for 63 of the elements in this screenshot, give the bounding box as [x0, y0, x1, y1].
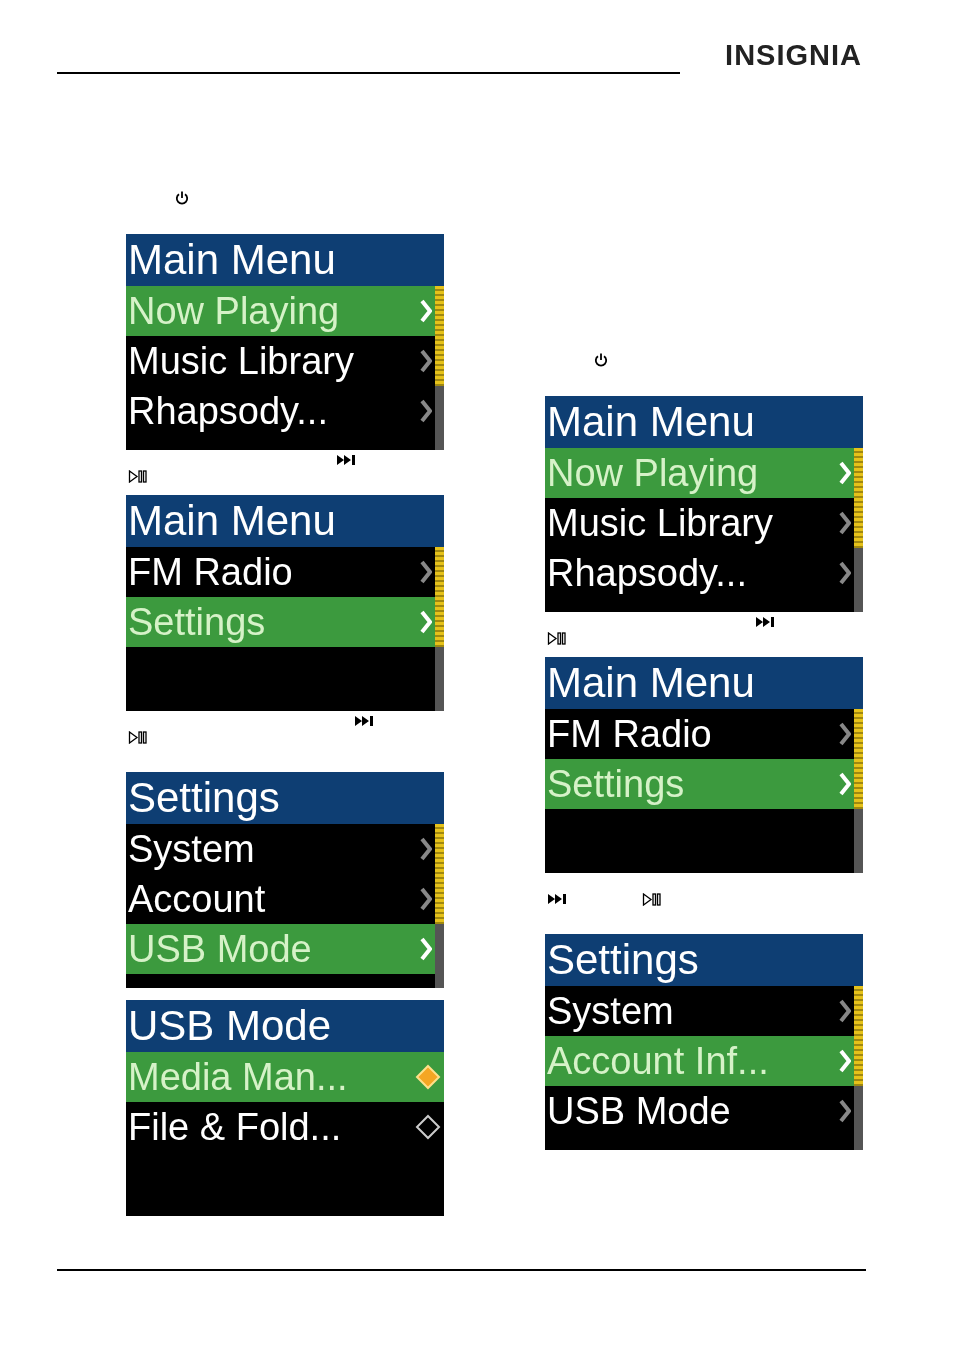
- menu-item[interactable]: File & Fold...: [126, 1102, 444, 1152]
- menu-label: Settings: [547, 762, 686, 806]
- brand-logo: INSIGNIA: [725, 41, 862, 70]
- screen-title: Main Menu: [126, 234, 444, 286]
- menu-label: System: [128, 827, 256, 871]
- chevron-icon: [420, 348, 432, 374]
- menu-item[interactable]: System: [545, 986, 854, 1036]
- menu-label: Settings: [128, 600, 267, 644]
- menu-item[interactable]: Rhapsody...: [126, 386, 435, 436]
- menu-label: FM Radio: [547, 712, 713, 756]
- menu-label: Now Playing: [547, 451, 760, 495]
- menu-item[interactable]: Music Library: [126, 336, 435, 386]
- screen-title: Settings: [545, 934, 863, 986]
- screen-title: Main Menu: [545, 657, 863, 709]
- power-icon: [593, 352, 609, 368]
- menu-label: File & Fold...: [128, 1105, 343, 1149]
- menu-label: Rhapsody...: [128, 389, 329, 433]
- menu-label: Rhapsody...: [547, 551, 748, 595]
- play-pause-icon: [642, 893, 662, 906]
- power-icon: [174, 190, 190, 206]
- menu-label: Account: [128, 877, 267, 921]
- chevron-icon: [839, 721, 851, 747]
- chevron-icon: [420, 559, 432, 585]
- menu-item[interactable]: FM Radio: [126, 547, 435, 597]
- menu-label: USB Mode: [128, 927, 313, 971]
- chevron-icon: [420, 609, 432, 635]
- screen-title: Main Menu: [545, 396, 863, 448]
- menu-label: USB Mode: [547, 1089, 732, 1133]
- menu-label: System: [547, 989, 675, 1033]
- menu-label: Music Library: [547, 501, 774, 545]
- chevron-icon: [420, 836, 432, 862]
- chevron-icon: [839, 510, 851, 536]
- menu-item[interactable]: Rhapsody...: [545, 548, 854, 598]
- menu-item[interactable]: FM Radio: [545, 709, 854, 759]
- chevron-icon: [839, 998, 851, 1024]
- chevron-icon: [839, 560, 851, 586]
- menu-item[interactable]: System: [126, 824, 435, 874]
- next-track-icon: [336, 454, 356, 466]
- screen-title: Main Menu: [126, 495, 444, 547]
- menu-label: Music Library: [128, 339, 355, 383]
- chevron-icon: [420, 398, 432, 424]
- menu-label: FM Radio: [128, 550, 294, 594]
- menu-label: Account Inf...: [547, 1039, 770, 1083]
- chevron-icon: [420, 298, 432, 324]
- chevron-icon: [420, 936, 432, 962]
- play-pause-icon: [128, 470, 148, 483]
- play-pause-icon: [547, 632, 567, 645]
- screen-title: USB Mode: [126, 1000, 444, 1052]
- chevron-icon: [839, 771, 851, 797]
- next-track-icon: [755, 616, 775, 628]
- chevron-icon: [839, 1098, 851, 1124]
- menu-label: Media Man...: [128, 1055, 349, 1099]
- next-track-icon: [547, 893, 567, 905]
- chevron-icon: [839, 460, 851, 486]
- next-track-icon: [354, 715, 374, 727]
- play-pause-icon: [128, 731, 148, 744]
- menu-item[interactable]: USB Mode: [545, 1086, 854, 1136]
- screen-title: Settings: [126, 772, 444, 824]
- menu-item[interactable]: Music Library: [545, 498, 854, 548]
- chevron-icon: [839, 1048, 851, 1074]
- menu-label: Now Playing: [128, 289, 341, 333]
- menu-item[interactable]: Account: [126, 874, 435, 924]
- chevron-icon: [420, 886, 432, 912]
